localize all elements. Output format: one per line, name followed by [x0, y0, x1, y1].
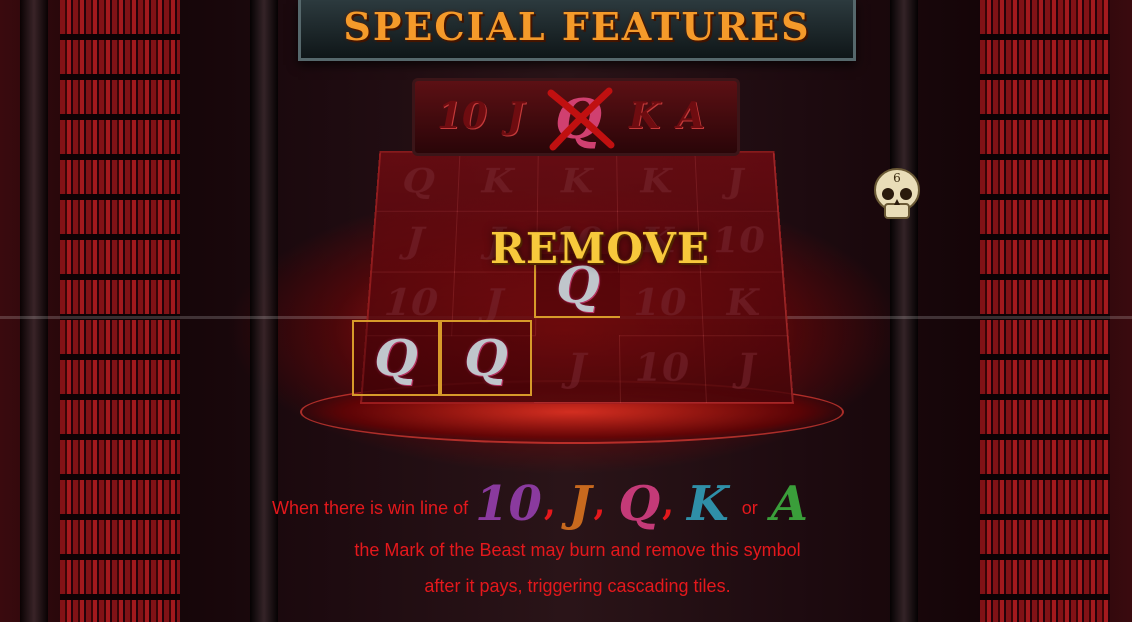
symbol-a: A — [770, 476, 809, 532]
grid-cell: J — [372, 210, 458, 273]
description-or: or — [741, 497, 758, 518]
symbol-10: 10 — [475, 476, 542, 532]
grid-cell: 10 — [697, 210, 783, 273]
separator: , — [662, 484, 674, 524]
separator: , — [543, 484, 556, 524]
right-bookshelf — [980, 0, 1110, 622]
highlighted-symbol-cell: Q — [440, 320, 532, 396]
remove-label: REMOVE — [490, 224, 710, 273]
bar-symbol: K — [629, 95, 661, 137]
grid-cell: K — [456, 152, 539, 212]
grid-cell: 10 — [617, 271, 704, 337]
description-line-1: When there is win line of 10, J, Q, K or… — [272, 478, 912, 530]
cross-mark-icon — [547, 87, 615, 151]
symbol-j: J — [568, 476, 592, 532]
bar-symbol: 10 — [437, 95, 488, 137]
symbol-k: K — [687, 476, 729, 532]
left-bookshelf — [60, 0, 180, 622]
grid-cell: J — [702, 335, 793, 404]
grid-cell: K — [616, 152, 699, 212]
symbol-bar: 10 J Q K A — [412, 78, 740, 156]
grid-cell: K — [699, 271, 788, 337]
skull-mark: 6 — [893, 171, 901, 185]
grid-cell: Q — [376, 152, 461, 212]
grid-cell: K — [536, 152, 619, 212]
description-prefix: When there is win line of — [272, 497, 469, 518]
title-banner: SPECIAL FEATURES — [298, 0, 856, 61]
page-title: SPECIAL FEATURES — [343, 4, 811, 49]
description-line-3: after it pays, triggering cascading tile… — [424, 576, 731, 596]
highlighted-symbol-cell: Q — [352, 320, 440, 396]
left-pillar — [20, 0, 48, 622]
grid-cell: J — [534, 335, 621, 404]
description-line-2: the Mark of the Beast may burn and remov… — [354, 540, 801, 560]
symbol-q: Q — [618, 476, 661, 532]
bar-symbol: J — [507, 95, 525, 137]
separator: , — [593, 484, 606, 524]
grid-cell: 10 — [618, 335, 707, 404]
grid-cell: J — [694, 152, 779, 212]
skull-icon: 6 — [874, 168, 920, 219]
bar-symbol: A — [677, 95, 705, 137]
